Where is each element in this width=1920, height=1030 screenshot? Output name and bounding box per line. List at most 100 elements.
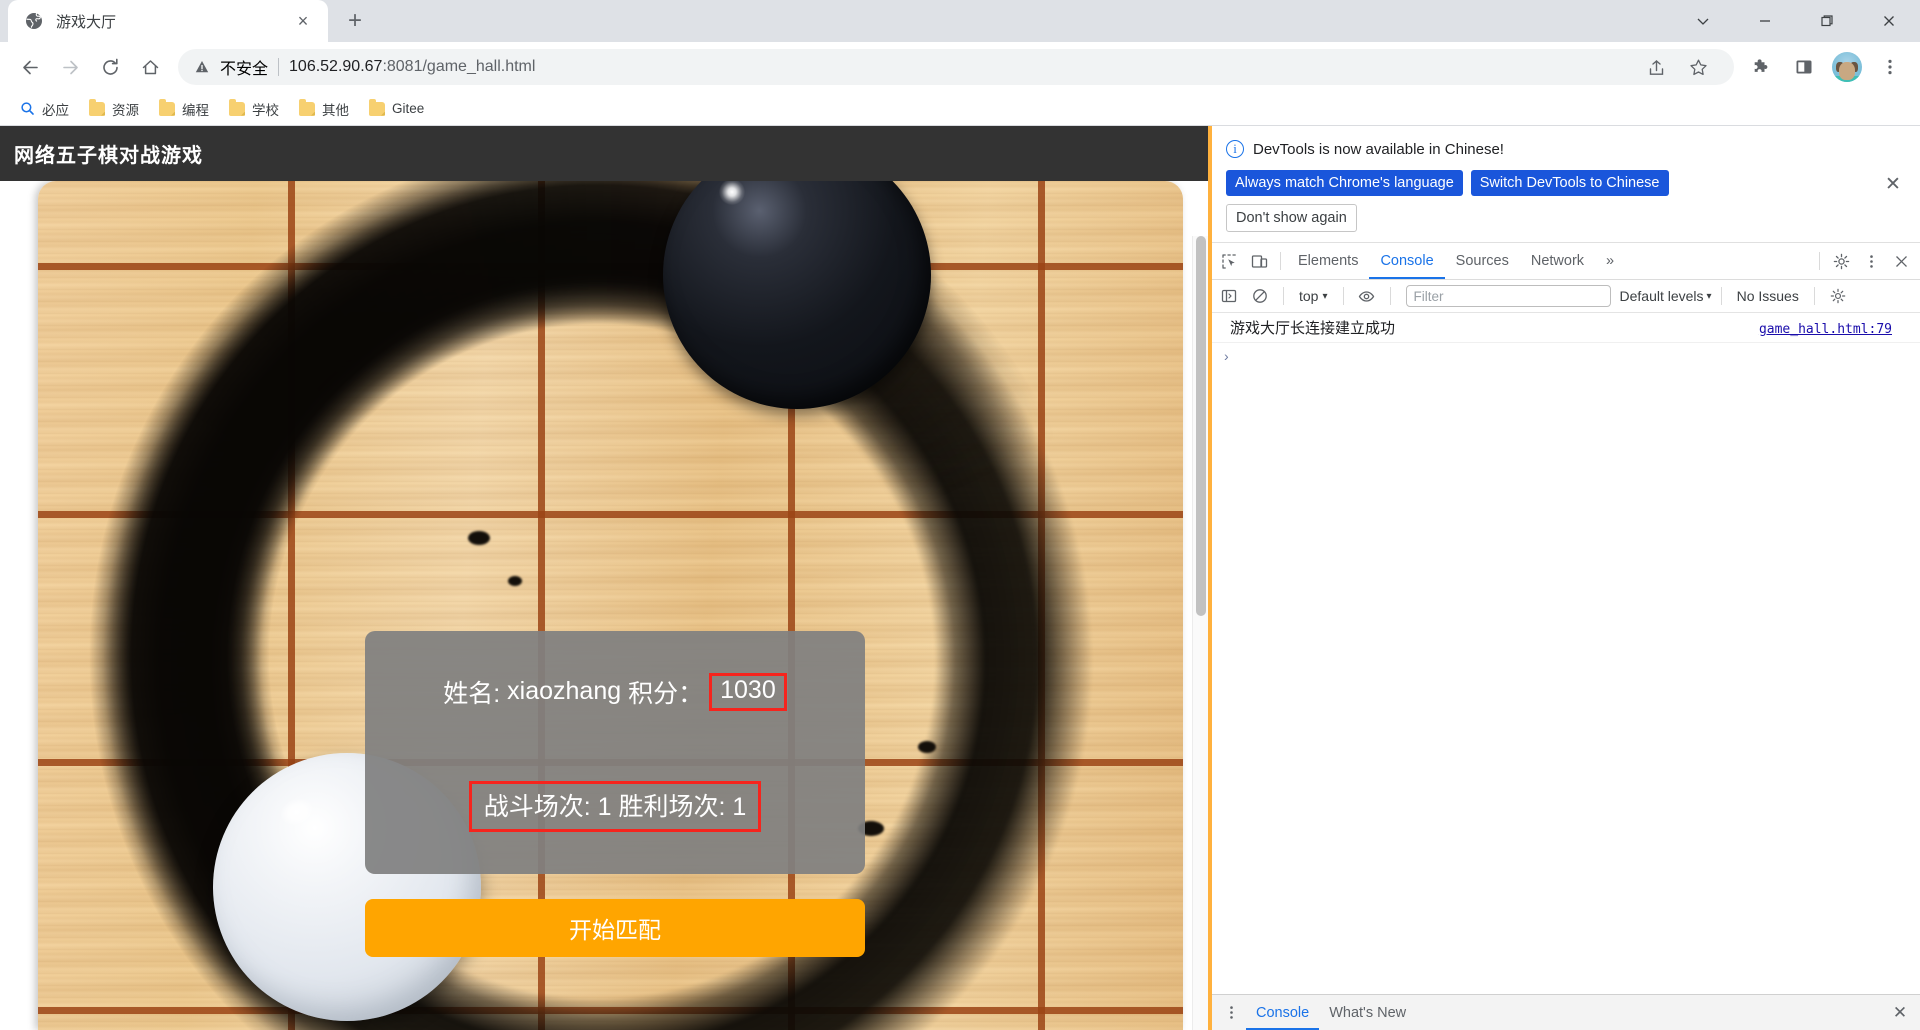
gear-icon[interactable] (1826, 247, 1856, 275)
score-value: 1030 (709, 673, 787, 711)
side-panel-icon[interactable] (1784, 47, 1824, 87)
reload-icon[interactable] (90, 47, 130, 87)
tab-sources[interactable]: Sources (1445, 243, 1520, 279)
bookmark-label: Gitee (392, 101, 425, 116)
always-match-language-button[interactable]: Always match Chrome's language (1226, 170, 1463, 196)
back-icon[interactable] (10, 47, 50, 87)
bookmark-label: 资源 (112, 102, 139, 118)
folder-icon (89, 98, 105, 116)
window-close-button[interactable] (1858, 0, 1920, 42)
ink-splatter (508, 576, 522, 586)
page-scroll-area: 姓名: xiaozhang 积分： 1030 战斗场次: 1 胜利场次: 1 开… (0, 181, 1209, 1030)
forward-icon[interactable] (50, 47, 90, 87)
share-icon[interactable] (1636, 47, 1676, 87)
page-title: 网络五子棋对战游戏 (14, 145, 203, 167)
dont-show-again-button[interactable]: Don't show again (1226, 204, 1357, 232)
address-bar-url: 106.52.90.67:8081/game_hall.html (289, 58, 535, 76)
address-bar[interactable]: 不安全 106.52.90.67:8081/game_hall.html (178, 49, 1734, 85)
bookmark-others[interactable]: 其他 (291, 95, 357, 123)
banner-message: DevTools is now available in Chinese! (1253, 140, 1504, 158)
console-filter-input[interactable] (1405, 285, 1611, 307)
log-levels-label: Default levels (1619, 288, 1704, 304)
inspect-element-icon[interactable] (1214, 247, 1244, 275)
log-levels-selector[interactable]: Default levels ▾ (1620, 288, 1712, 304)
minimize-button[interactable] (1734, 0, 1796, 42)
console-log-source-link[interactable]: game_hall.html:79 (1759, 322, 1910, 337)
bookmark-programming[interactable]: 编程 (151, 95, 217, 123)
folder-icon (369, 98, 385, 116)
devtools-resize-handle[interactable] (1208, 126, 1212, 1030)
drawer-close-icon[interactable]: ✕ (1886, 999, 1914, 1027)
new-tab-button[interactable]: + (338, 4, 372, 38)
window-controls (1672, 0, 1920, 42)
page-scrollbar-thumb[interactable] (1196, 236, 1206, 616)
bookmark-bing[interactable]: 必应 (12, 95, 77, 123)
content-region: 网络五子棋对战游戏 姓名: xiaozhang 积分： 1030 战斗场次: 1… (0, 126, 1920, 1030)
start-match-button[interactable]: 开始匹配 (365, 899, 865, 957)
devtools-more-menu-icon[interactable] (1856, 247, 1886, 275)
bookmark-gitee[interactable]: Gitee (361, 97, 432, 120)
device-toolbar-icon[interactable] (1244, 247, 1274, 275)
folder-icon (159, 98, 175, 116)
devtools-tab-bar: Elements Console Sources Network » (1210, 243, 1920, 280)
bookmark-label: 其他 (322, 102, 349, 118)
puzzle-icon[interactable] (1742, 47, 1782, 87)
bookmark-school[interactable]: 学校 (221, 95, 287, 123)
score-label: 积分： (628, 679, 704, 708)
match-record: 战斗场次: 1 胜利场次: 1 (468, 780, 762, 832)
browser-toolbar-icons (1742, 47, 1910, 87)
tab-network[interactable]: Network (1520, 243, 1595, 279)
live-expression-eye-icon[interactable] (1353, 283, 1381, 309)
browser-tab[interactable]: 游戏大厅 × (8, 0, 328, 42)
profile-avatar[interactable] (1832, 52, 1862, 82)
more-tabs-chevron[interactable]: » (1595, 243, 1625, 279)
chevron-down-icon[interactable] (1672, 0, 1734, 42)
console-sidebar-icon[interactable] (1215, 283, 1243, 309)
warning-triangle-icon (194, 59, 210, 75)
drawer-tab-console[interactable]: Console (1246, 995, 1319, 1030)
switch-devtools-chinese-button[interactable]: Switch DevTools to Chinese (1470, 170, 1669, 196)
console-log-entry[interactable]: 游戏大厅长连接建立成功 game_hall.html:79 (1210, 313, 1920, 343)
clear-console-icon[interactable] (1246, 283, 1274, 309)
toolbar-divider (1389, 287, 1391, 305)
title-bar: 游戏大厅 × + (0, 0, 1920, 42)
user-name-value: xiaozhang (507, 677, 622, 706)
page-scrollbar[interactable] (1192, 236, 1209, 1030)
maximize-button[interactable] (1796, 0, 1858, 42)
console-input-prompt[interactable]: › (1210, 343, 1920, 369)
console-log-text: 游戏大厅长连接建立成功 (1230, 320, 1396, 337)
game-page-header: 网络五子棋对战游戏 (0, 126, 1209, 181)
browser-window: 游戏大厅 × + 不安全 106.52.90.67:8081/game_hall… (0, 0, 1920, 1030)
tab-console[interactable]: Console (1369, 243, 1444, 279)
bookmark-label: 必应 (42, 102, 69, 118)
devtools-drawer: Console What's New ✕ (1210, 994, 1920, 1030)
prompt-caret-icon: › (1224, 348, 1229, 364)
tab-divider (1280, 252, 1281, 270)
console-settings-gear-icon[interactable] (1824, 283, 1852, 309)
drawer-more-menu-icon[interactable] (1216, 999, 1246, 1027)
navigation-bar: 不安全 106.52.90.67:8081/game_hall.html (0, 42, 1920, 92)
bookmark-label: 学校 (252, 102, 279, 118)
console-output[interactable]: 游戏大厅长连接建立成功 game_hall.html:79 › (1210, 313, 1920, 994)
execution-context-selector[interactable]: top ▾ (1293, 286, 1334, 306)
star-icon[interactable] (1678, 47, 1718, 87)
tab-elements[interactable]: Elements (1287, 243, 1369, 279)
home-icon[interactable] (130, 47, 170, 87)
name-label: 姓名: (443, 679, 501, 708)
tab-close-button[interactable]: × (290, 8, 316, 34)
url-path: :8081/game_hall.html (382, 58, 536, 75)
drawer-tab-whats-new[interactable]: What's New (1319, 995, 1416, 1030)
bookmarks-bar: 必应 资源 编程 学校 其他 Gitee (0, 92, 1920, 126)
devtools-panel: i DevTools is now available in Chinese! … (1208, 126, 1920, 1030)
tab-title: 游戏大厅 (56, 13, 117, 31)
toolbar-divider (1813, 287, 1815, 305)
user-name-score-row: 姓名: xiaozhang 积分： 1030 (443, 673, 787, 711)
three-dot-menu-icon[interactable] (1870, 47, 1910, 87)
devtools-close-icon[interactable] (1886, 247, 1916, 275)
tab-divider (1819, 252, 1820, 270)
bookmark-resources[interactable]: 资源 (81, 95, 147, 123)
issues-counter[interactable]: No Issues (1731, 288, 1805, 304)
toolbar-divider (1342, 287, 1344, 305)
bookmark-label: 编程 (182, 102, 209, 118)
banner-close-icon[interactable]: ✕ (1880, 171, 1906, 197)
